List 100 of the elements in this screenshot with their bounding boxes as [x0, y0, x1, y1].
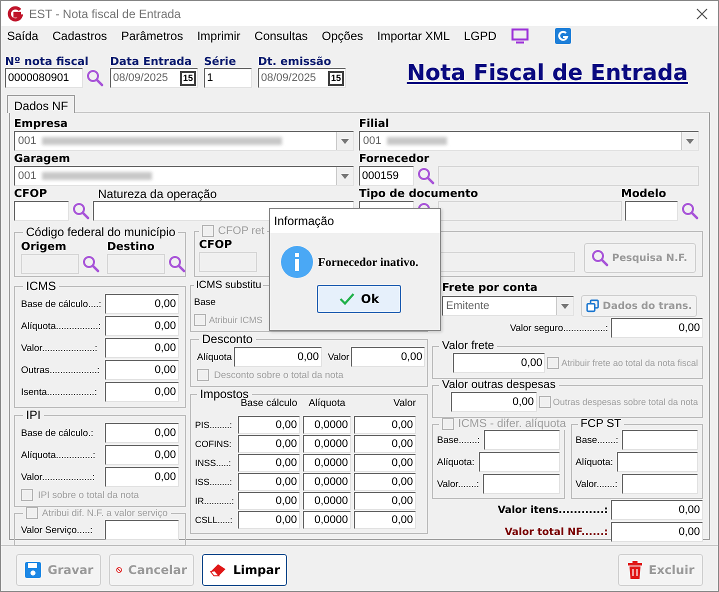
total-label: Valor total NF......:	[504, 526, 608, 538]
field-label: CSLL.....:	[195, 515, 234, 525]
input-field[interactable]: 0,00	[450, 392, 537, 412]
menu-item[interactable]: LGPD	[464, 29, 497, 43]
input-field[interactable]: 0,0000	[303, 454, 351, 472]
input-field[interactable]: 0,00	[105, 316, 179, 336]
close-icon[interactable]	[696, 8, 708, 20]
calendar-button[interactable]: 15	[328, 70, 344, 86]
dropdown[interactable]: Emitente	[442, 296, 574, 316]
input-field[interactable]	[483, 474, 560, 494]
input-field[interactable]: 0,00	[354, 492, 416, 510]
input-field[interactable]: 0,00	[105, 445, 179, 465]
input-field[interactable]	[484, 430, 560, 450]
search-icon[interactable]	[72, 202, 90, 220]
input-field[interactable]: 0,00	[354, 473, 416, 491]
checkbox-label: IPI sobre o total da nota	[38, 490, 139, 500]
field-label: Valor...................:	[21, 472, 95, 482]
date-field[interactable]: 08/09/2025 15	[110, 68, 198, 88]
search-icon[interactable]	[417, 167, 435, 185]
total-field: 0,00	[611, 522, 703, 542]
field-label: Destino	[107, 240, 156, 254]
menu-item[interactable]: Consultas	[254, 29, 308, 43]
input-field[interactable]	[622, 430, 698, 450]
input-field[interactable]: 0,0000	[303, 492, 351, 510]
window-title: EST - Nota fiscal de Entrada	[29, 6, 181, 20]
input-field[interactable]: 0,00	[105, 338, 179, 358]
input-field[interactable]: 0,0000	[303, 473, 351, 491]
input-field[interactable]	[14, 201, 69, 221]
field-label: Série	[204, 55, 238, 68]
input-field[interactable]: 0,00	[105, 423, 179, 443]
field-label: Tipo de documento	[359, 187, 478, 201]
input-field[interactable]	[625, 201, 678, 221]
logo-icon[interactable]	[554, 28, 571, 44]
calendar-button[interactable]: 15	[180, 70, 196, 86]
input-field[interactable]: 0,00	[105, 382, 179, 402]
field-label: Outras..................:	[21, 364, 100, 376]
input-field[interactable]: 0,00	[238, 416, 300, 434]
monitor-icon[interactable]	[510, 28, 529, 44]
input-field[interactable]: 0,0000	[303, 416, 351, 434]
field-label: CFOP	[199, 238, 233, 252]
form-title: Nota Fiscal de Entrada	[406, 61, 688, 86]
input-field[interactable]: 0,00	[105, 294, 179, 314]
dropdown[interactable]: 001	[14, 166, 354, 186]
input-field[interactable]: 0,00	[354, 435, 416, 453]
group-title: Impostos	[199, 387, 249, 401]
input-field[interactable]	[478, 452, 560, 472]
checkbox-label: Atribui dif. N.F. a valor serviço	[42, 508, 168, 518]
menu-item[interactable]: Opções	[322, 29, 364, 43]
group-title: Código federal do município	[25, 225, 176, 239]
search-icon[interactable]	[82, 255, 100, 273]
field-label: Base de cálculo.:	[21, 428, 94, 438]
field-label: Filial	[359, 117, 390, 131]
field-label: Isenta..................:	[21, 386, 98, 398]
input-field[interactable]: 0,00	[351, 347, 426, 367]
input-field[interactable]: 0,00	[354, 416, 416, 434]
input-field[interactable]	[622, 474, 698, 494]
input-field[interactable]: 000159	[359, 166, 414, 186]
input-field[interactable]: 0,00	[238, 435, 300, 453]
menu-item[interactable]: Parâmetros	[121, 29, 184, 43]
date-field[interactable]: 08/09/2025 15	[258, 68, 346, 88]
menu-item[interactable]: Saída	[7, 29, 38, 43]
input-field[interactable]: 0,00	[234, 347, 322, 367]
input-field[interactable]: 0,00	[105, 360, 179, 380]
input-field	[107, 254, 165, 274]
ok-button[interactable]: Ok	[317, 285, 401, 313]
input-field[interactable]: 0,00	[611, 318, 703, 338]
input-field[interactable]: 1	[204, 68, 252, 88]
input-field[interactable]: 0,0000	[303, 511, 351, 529]
input-field[interactable]: 0,00	[238, 454, 300, 472]
dropdown[interactable]: 001	[14, 131, 354, 151]
clear-button[interactable]: Limpar	[202, 554, 287, 586]
input-field[interactable]	[105, 520, 179, 540]
field-label: Base	[194, 296, 216, 308]
field-label: Valor	[328, 352, 350, 362]
input-field[interactable]: 0,00	[453, 353, 546, 373]
field-label: Base de cálculo....:	[21, 298, 102, 310]
input-field[interactable]: 0000080901	[5, 68, 83, 88]
search-icon[interactable]	[86, 69, 104, 87]
field-label: Base.......:	[576, 434, 618, 446]
input-field[interactable]: 0,00	[105, 467, 179, 487]
dropdown[interactable]: 001	[359, 131, 699, 151]
menu-item[interactable]: Cadastros	[52, 29, 108, 43]
input-field[interactable]	[617, 452, 698, 472]
search-icon[interactable]	[681, 202, 699, 220]
input-field[interactable]: 0,00	[238, 473, 300, 491]
dialog-title: Informação	[274, 214, 334, 228]
input-field[interactable]: 0,00	[354, 511, 416, 529]
group-title: Valor outras despesas	[441, 379, 557, 391]
input-field[interactable]: 0,00	[354, 454, 416, 472]
field-label: CFOP	[14, 187, 48, 201]
field-label: Modelo	[621, 187, 668, 201]
checkbox-label: CFOP ret	[218, 225, 264, 237]
tab[interactable]: Dados NF	[7, 95, 76, 113]
input-field[interactable]: 0,00	[238, 511, 300, 529]
menu-item[interactable]: Imprimir	[197, 29, 240, 43]
menu-item[interactable]: Importar XML	[377, 29, 450, 43]
check-icon	[338, 292, 355, 306]
search-icon[interactable]	[168, 255, 186, 273]
input-field[interactable]: 0,0000	[303, 435, 351, 453]
input-field[interactable]: 0,00	[238, 492, 300, 510]
